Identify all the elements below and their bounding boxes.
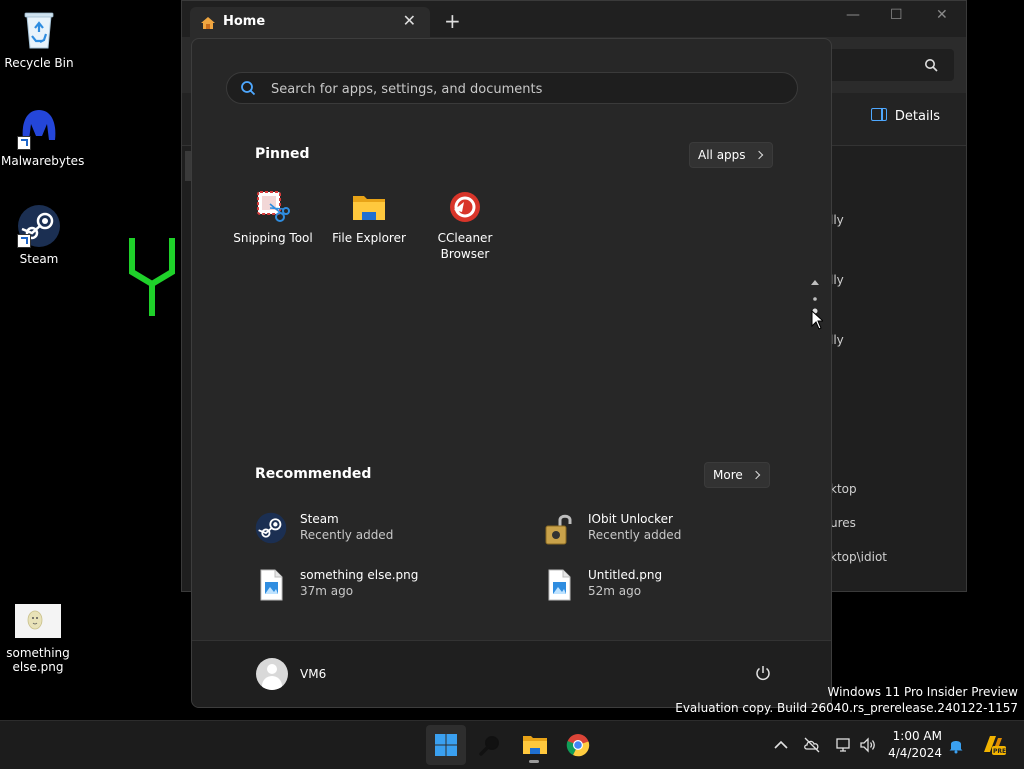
os-watermark: Windows 11 Pro Insider Preview Evaluatio…: [675, 684, 1018, 716]
shortcut-arrow-icon: [17, 234, 31, 248]
desktop-icon-malwarebytes[interactable]: Malwarebytes: [1, 106, 85, 168]
shortcut-arrow-icon: [17, 136, 31, 150]
recommended-item-name: Untitled.png: [588, 568, 663, 582]
explorer-text-fragment: lly: [830, 273, 844, 287]
pinned-app-label: File Explorer: [332, 231, 406, 245]
mouse-cursor-icon: [811, 309, 825, 334]
pinned-app-snipping-tool[interactable]: Snipping Tool: [225, 190, 321, 246]
pinned-app-label: CCleaner Browser: [437, 231, 493, 261]
explorer-text-fragment: ktop\idiot: [830, 550, 887, 564]
explorer-tab-label: Home: [223, 14, 266, 29]
explorer-text-fragment: lly: [830, 333, 844, 347]
desktop-icon-recycle-bin[interactable]: Recycle Bin: [1, 8, 77, 70]
explorer-text-fragment: ktop: [830, 482, 857, 496]
pinned-title: Pinned: [255, 146, 310, 162]
clock-time: 1:00 AM: [892, 729, 942, 743]
watermark-line: Windows 11 Pro Insider Preview: [827, 685, 1018, 699]
close-icon[interactable]: ✕: [936, 7, 948, 23]
snipping-tool-icon: [256, 190, 290, 224]
running-indicator: [529, 760, 539, 763]
image-file-icon: [543, 568, 577, 602]
recommended-item-untitled-png[interactable]: Untitled.png 52m ago: [543, 564, 803, 604]
folder-icon: [352, 190, 386, 224]
steam-icon: [17, 204, 61, 248]
clock-date: 4/4/2024: [888, 746, 942, 760]
watermark-line: Evaluation copy. Build 26040.rs_prerelea…: [675, 701, 1018, 715]
all-apps-label: All apps: [698, 148, 746, 162]
ccleaner-icon: [448, 190, 482, 224]
desktop-icon-something-else[interactable]: something else.png: [0, 604, 76, 674]
desktop-icon-label: Malwarebytes: [1, 154, 85, 168]
maximize-icon[interactable]: ☐: [890, 7, 903, 23]
all-apps-button[interactable]: All apps: [689, 142, 773, 168]
power-icon[interactable]: [755, 665, 771, 681]
image-thumbnail-icon: [15, 604, 61, 638]
malwarebytes-icon: [17, 106, 61, 150]
chrome-icon: [566, 734, 590, 757]
start-search-box[interactable]: [226, 72, 798, 104]
start-search-input[interactable]: [269, 78, 773, 100]
copilot-preview-icon[interactable]: PRE: [980, 732, 1006, 758]
taskbar-file-explorer[interactable]: [514, 725, 554, 765]
recommended-item-name: Steam: [300, 512, 339, 526]
search-icon: [924, 57, 938, 72]
pinned-app-ccleaner-browser[interactable]: CCleaner Browser: [417, 190, 513, 262]
recommended-item-subtitle: Recently added: [588, 528, 682, 542]
more-button[interactable]: More: [704, 462, 770, 488]
taskbar-search-button[interactable]: [470, 725, 510, 765]
network-icon[interactable]: [834, 736, 852, 754]
new-tab-button[interactable]: +: [444, 11, 461, 31]
start-menu: Pinned All apps Snipping Tool File Explo…: [191, 38, 832, 708]
search-icon: [240, 80, 256, 96]
recommended-item-name: IObit Unlocker: [588, 512, 673, 526]
taskbar-clock[interactable]: 1:00 AM 4/4/2024: [888, 728, 942, 762]
explorer-text-fragment: ures: [830, 516, 856, 530]
recommended-item-name: something else.png: [300, 568, 419, 582]
onedrive-offline-icon[interactable]: [803, 736, 821, 754]
pinned-app-label: Snipping Tool: [233, 231, 313, 245]
details-label: Details: [894, 109, 940, 124]
notification-bell-icon[interactable]: [947, 736, 965, 754]
details-button[interactable]: Details: [870, 108, 940, 124]
recommended-title: Recommended: [255, 466, 372, 482]
start-button[interactable]: [426, 725, 466, 765]
chevron-right-icon: [751, 470, 760, 480]
image-file-icon: [255, 568, 289, 602]
explorer-title-bar[interactable]: Home ✕ + — ☐ ✕: [182, 1, 966, 37]
recommended-item-something-else-png[interactable]: something else.png 37m ago: [255, 564, 515, 604]
recycle-bin-icon: [17, 8, 61, 52]
minimize-icon[interactable]: —: [846, 7, 860, 23]
svg-text:PRE: PRE: [993, 748, 1006, 755]
pinned-app-file-explorer[interactable]: File Explorer: [321, 190, 417, 246]
recommended-item-iobit-unlocker[interactable]: IObit Unlocker Recently added: [543, 508, 803, 548]
recommended-item-subtitle: Recently added: [300, 528, 394, 542]
home-icon: [200, 15, 215, 29]
details-pane-icon: [870, 108, 887, 121]
wallpaper-glyph: [124, 232, 180, 326]
desktop-icon-label: Recycle Bin: [4, 56, 74, 70]
user-name: VM6: [300, 667, 327, 681]
chevron-up-icon[interactable]: [772, 736, 790, 754]
avatar[interactable]: [256, 658, 288, 690]
more-label: More: [713, 468, 743, 482]
desktop-icon-steam[interactable]: Steam: [1, 204, 77, 266]
search-icon: [479, 736, 499, 756]
recommended-item-subtitle: 52m ago: [588, 584, 642, 598]
recommended-item-steam[interactable]: Steam Recently added: [255, 508, 515, 548]
unlock-icon: [543, 512, 577, 546]
taskbar: 1:00 AM 4/4/2024 PRE: [0, 720, 1024, 769]
explorer-tab-home[interactable]: Home ✕: [190, 7, 430, 37]
desktop-icon-label: Steam: [19, 252, 59, 266]
steam-icon: [255, 512, 289, 546]
volume-icon[interactable]: [859, 736, 877, 754]
desktop-icon-label: something else.png: [6, 646, 70, 674]
taskbar-chrome[interactable]: [558, 725, 598, 765]
folder-icon: [523, 736, 547, 754]
explorer-text-fragment: lly: [830, 213, 844, 227]
close-tab-icon[interactable]: ✕: [403, 11, 416, 30]
start-icon: [435, 734, 457, 756]
chevron-right-icon: [754, 150, 763, 160]
recommended-item-subtitle: 37m ago: [300, 584, 354, 598]
